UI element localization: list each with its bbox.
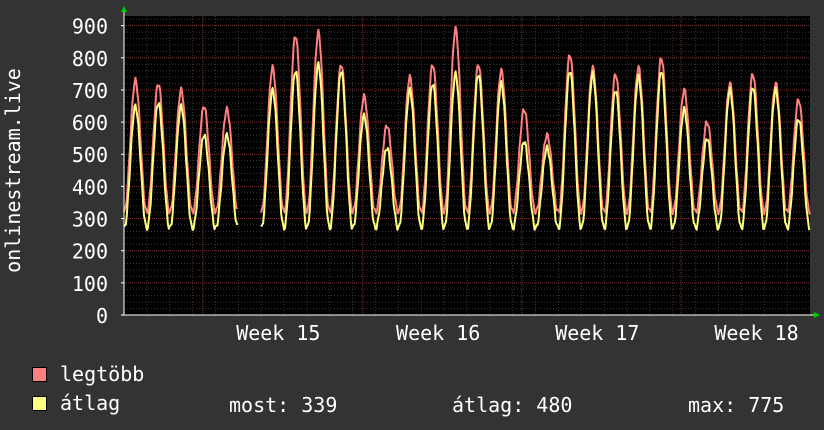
stat-max: max: 775 bbox=[688, 393, 784, 417]
y-tick-label: 100 bbox=[72, 272, 108, 296]
legend-item-max: legtöbb bbox=[32, 364, 144, 384]
y-tick-label: 400 bbox=[72, 175, 108, 199]
y-tick-label: 700 bbox=[72, 79, 108, 103]
legend-swatch-avg bbox=[32, 395, 47, 411]
legend-item-avg: átlag bbox=[32, 393, 120, 413]
stat-average: átlag: 480 bbox=[452, 393, 572, 417]
y-axis-label: onlinestream.live bbox=[1, 68, 25, 273]
stat-max-value: 775 bbox=[748, 393, 785, 417]
legend-label-avg: átlag bbox=[60, 391, 121, 415]
stat-max-label: max: bbox=[688, 393, 737, 417]
y-tick-label: 500 bbox=[72, 143, 108, 167]
y-axis-arrow bbox=[121, 6, 127, 12]
legend-label-max: legtöbb bbox=[60, 362, 145, 386]
x-tick-label: Week 18 bbox=[714, 321, 798, 345]
stat-average-label: átlag: bbox=[452, 393, 525, 417]
y-tick-label: 800 bbox=[72, 47, 108, 71]
stat-average-value: 480 bbox=[536, 393, 573, 417]
y-tick-label: 200 bbox=[72, 240, 108, 264]
x-axis-arrow bbox=[814, 312, 820, 318]
y-tick-label: 900 bbox=[72, 15, 108, 39]
y-tick-label: 600 bbox=[72, 111, 108, 135]
x-tick-label: Week 17 bbox=[555, 321, 639, 345]
stat-current-label: most: bbox=[229, 393, 290, 417]
y-tick-label: 0 bbox=[96, 304, 108, 328]
x-tick-label: Week 16 bbox=[396, 321, 480, 345]
stat-current: most: 339 bbox=[229, 393, 337, 417]
x-tick-label: Week 15 bbox=[236, 321, 320, 345]
legend-swatch-max bbox=[32, 366, 47, 382]
stat-current-value: 339 bbox=[301, 393, 338, 417]
y-tick-label: 300 bbox=[72, 208, 108, 232]
